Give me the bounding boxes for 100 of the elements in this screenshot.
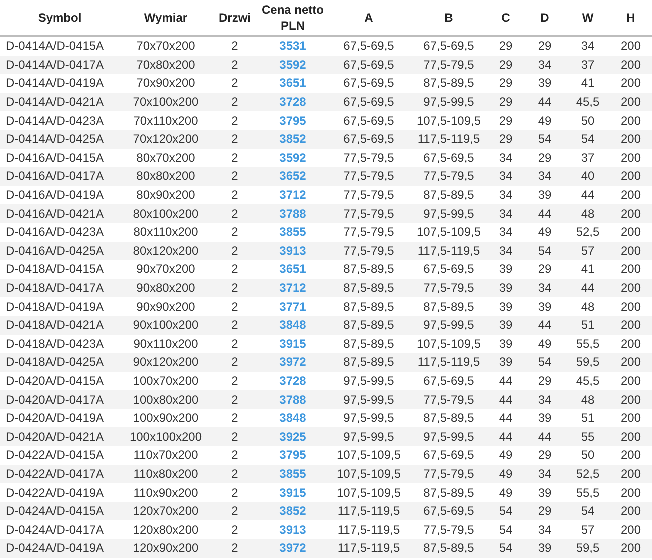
table-cell: 200 [620, 280, 642, 296]
table-cell: 44 [538, 206, 552, 222]
table-cell: 29 [499, 56, 513, 73]
price-cell: 3651 [280, 261, 306, 278]
table-cell: 37 [581, 150, 595, 166]
table-cell: 29 [499, 112, 513, 129]
table-cell: 37 [581, 56, 595, 73]
table-cell: 87,5-89,5 [424, 75, 474, 92]
table-cell: 107,5-109,5 [416, 336, 482, 352]
table-cell: 44 [499, 392, 513, 408]
table-cell: 40 [581, 168, 595, 184]
table-cell: 45,5 [576, 372, 600, 389]
table-cell: 87,5-89,5 [424, 187, 474, 204]
table-cell: 39 [538, 187, 552, 204]
table-cell: 90x110x200 [134, 336, 198, 352]
table-cell: D-0422A/D-0415A [6, 447, 104, 464]
table-cell: 120x90x200 [133, 540, 199, 556]
table-cell: 67,5-69,5 [424, 261, 474, 278]
table-cell: 200 [620, 56, 642, 73]
table-cell: 54 [581, 131, 595, 148]
table-cell: 2 [232, 280, 238, 296]
price-cell: 3855 [280, 466, 306, 482]
table-cell: 44 [499, 410, 513, 426]
table-cell: 67,5-69,5 [344, 38, 394, 54]
table-cell: 34 [499, 168, 513, 184]
table-cell: 49 [538, 224, 552, 240]
table-cell: 50 [581, 447, 595, 464]
table-cell: 48 [581, 392, 595, 408]
table-cell: 200 [620, 466, 642, 482]
table-cell: 39 [538, 298, 552, 315]
table-cell: 200 [620, 372, 642, 389]
table-cell: 87,5-89,5 [344, 298, 394, 315]
table-cell: 67,5-69,5 [344, 75, 394, 92]
table-cell: 44 [538, 428, 552, 445]
table-cell: 55 [581, 428, 595, 445]
table-cell: 80x80x200 [136, 168, 196, 184]
table-cell: 45,5 [576, 94, 600, 110]
table-cell: 110x70x200 [134, 447, 198, 464]
table-cell: 200 [620, 428, 642, 445]
table-cell: 77,5-79,5 [424, 392, 474, 408]
table-cell: 44 [581, 280, 595, 296]
price-cell: 3848 [280, 410, 306, 426]
table-cell: 107,5-109,5 [336, 447, 402, 464]
table-cell: 2 [232, 168, 238, 184]
table-cell: 100x70x200 [133, 372, 199, 389]
table-cell: 48 [581, 298, 595, 315]
table-cell: 120x80x200 [133, 522, 199, 538]
column-header: D [540, 10, 550, 26]
table-cell: 200 [620, 168, 642, 184]
table-cell: D-0420A/D-0419A [6, 410, 104, 426]
column-header: W [582, 10, 594, 26]
table-cell: 120x70x200 [133, 503, 199, 520]
table-cell: 39 [499, 317, 513, 334]
table-cell: 87,5-89,5 [424, 410, 474, 426]
table-cell: 67,5-69,5 [424, 38, 474, 54]
column-header: B [444, 10, 454, 26]
table-cell: 87,5-89,5 [344, 336, 394, 352]
table-cell: 2 [232, 317, 238, 334]
table-cell: D-0414A/D-0417A [6, 56, 104, 73]
table-cell: 41 [581, 75, 595, 92]
table-cell: 54 [538, 354, 552, 370]
table-cell: 39 [538, 75, 552, 92]
table-cell: 110x90x200 [134, 484, 198, 501]
table-cell: 2 [232, 540, 238, 556]
table-cell: 70x120x200 [133, 131, 199, 148]
table-cell: 2 [232, 428, 238, 445]
table-cell: 200 [620, 410, 642, 426]
table-cell: 77,5-79,5 [344, 168, 394, 184]
table-cell: 39 [499, 336, 513, 352]
table-cell: D-0416A/D-0417A [6, 168, 104, 184]
table-cell: 80x100x200 [133, 206, 199, 222]
table-cell: 2 [232, 261, 238, 278]
price-cell: 3855 [280, 224, 306, 240]
table-cell: 97,5-99,5 [424, 317, 474, 334]
column-header: Symbol [38, 10, 82, 26]
table-cell: 77,5-79,5 [344, 224, 394, 240]
table-cell: D-0424A/D-0417A [6, 522, 104, 538]
table-cell: 34 [499, 187, 513, 204]
table-cell: 200 [620, 540, 642, 556]
table-cell: 200 [620, 298, 642, 315]
table-cell: 67,5-69,5 [344, 56, 394, 73]
table-cell: 2 [232, 187, 238, 204]
table-cell: 200 [620, 484, 642, 501]
price-cell: 3795 [280, 112, 306, 129]
table-cell: 49 [499, 466, 513, 482]
table-cell: 200 [620, 150, 642, 166]
table-cell: 70x90x200 [136, 75, 196, 92]
table-cell: D-0414A/D-0419A [6, 75, 104, 92]
table-cell: 200 [620, 392, 642, 408]
table-cell: 90x90x200 [136, 298, 196, 315]
table-cell: 39 [499, 298, 513, 315]
table-cell: 97,5-99,5 [344, 392, 394, 408]
table-cell: 200 [620, 206, 642, 222]
table-cell: 200 [620, 336, 642, 352]
table-cell: 200 [620, 94, 642, 110]
table-cell: 55,5 [576, 336, 600, 352]
table-cell: 200 [620, 261, 642, 278]
column-header: Wymiar [144, 10, 188, 26]
table-cell: D-0418A/D-0425A [6, 354, 104, 370]
table-cell: 29 [538, 447, 552, 464]
